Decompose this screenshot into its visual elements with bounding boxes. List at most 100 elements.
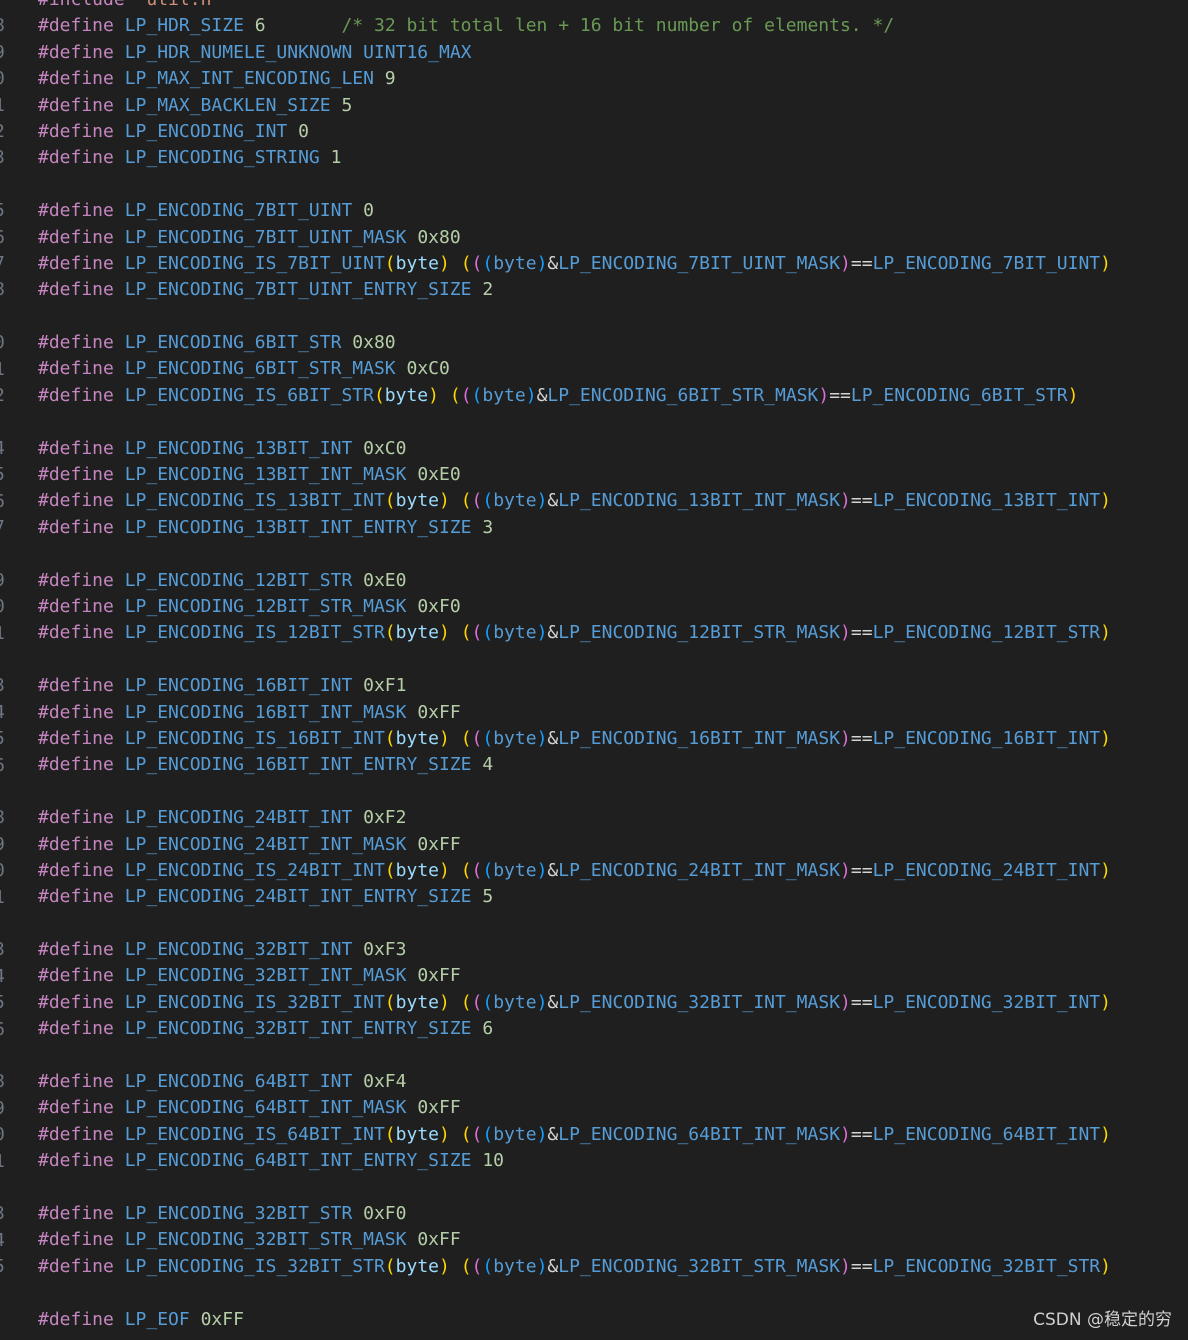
code-line[interactable]: #define LP_ENCODING_16BIT_INT 0xF1: [38, 673, 1188, 699]
paren: (: [384, 622, 396, 644]
line-number: 9: [0, 1096, 8, 1122]
mask-ref: LP_ENCODING_32BIT_INT_MASK: [558, 991, 841, 1013]
code-line[interactable]: #define LP_ENCODING_IS_32BIT_INT(byte) (…: [38, 990, 1188, 1016]
code-line[interactable]: #define LP_ENCODING_6BIT_STR 0x80: [38, 330, 1188, 356]
code-line[interactable]: #define LP_ENCODING_13BIT_INT_ENTRY_SIZE…: [38, 515, 1188, 541]
code-line[interactable]: #define LP_ENCODING_7BIT_UINT 0: [38, 198, 1188, 224]
code-line[interactable]: #define LP_ENCODING_32BIT_INT_ENTRY_SIZE…: [38, 1016, 1188, 1042]
code-line[interactable]: #define LP_ENCODING_IS_32BIT_STR(byte) (…: [38, 1254, 1188, 1280]
code-line[interactable]: [38, 1280, 1188, 1306]
code-line[interactable]: #define LP_HDR_SIZE 6 /* 32 bit total le…: [38, 13, 1188, 39]
paren: ): [439, 1123, 450, 1145]
macro-name: LP_ENCODING_IS_64BIT_INT: [124, 1123, 385, 1145]
code-line[interactable]: #define LP_ENCODING_STRING 1: [38, 145, 1188, 171]
code-line[interactable]: #define LP_ENCODING_24BIT_INT_MASK 0xFF: [38, 832, 1188, 858]
code-line[interactable]: #define LP_HDR_NUMELE_UNKNOWN UINT16_MAX: [38, 40, 1188, 66]
code-line[interactable]: #define LP_ENCODING_64BIT_INT_ENTRY_SIZE…: [38, 1148, 1188, 1174]
line-number: [0, 647, 8, 673]
code-line[interactable]: #include "util.h": [38, 0, 1188, 13]
line-number: [0, 541, 8, 567]
paren: ): [1100, 991, 1111, 1013]
macro-param: byte: [395, 490, 439, 512]
code-line[interactable]: #define LP_EOF 0xFF: [38, 1307, 1188, 1333]
line-number: 9: [0, 568, 8, 594]
paren: (: [471, 727, 483, 749]
define-keyword: #define: [38, 94, 114, 116]
code-line[interactable]: #define LP_ENCODING_IS_24BIT_INT(byte) (…: [38, 858, 1188, 884]
code-line[interactable]: #define LP_ENCODING_24BIT_INT 0xF2: [38, 805, 1188, 831]
code-line[interactable]: [38, 541, 1188, 567]
paren: ): [428, 384, 439, 406]
code-line[interactable]: #define LP_MAX_BACKLEN_SIZE 5: [38, 93, 1188, 119]
code-line[interactable]: #define LP_ENCODING_IS_7BIT_UINT(byte) (…: [38, 251, 1188, 277]
code-line[interactable]: #define LP_ENCODING_13BIT_INT 0xC0: [38, 436, 1188, 462]
code-line[interactable]: #define LP_ENCODING_32BIT_INT 0xF3: [38, 937, 1188, 963]
mask-ref: LP_ENCODING_32BIT_STR_MASK: [558, 1255, 841, 1277]
paren: (: [384, 252, 396, 274]
macro-name: LP_ENCODING_16BIT_INT: [124, 675, 353, 697]
macro-name: LP_ENCODING_64BIT_INT_ENTRY_SIZE: [124, 1150, 472, 1172]
code-line[interactable]: #define LP_ENCODING_32BIT_STR 0xF0: [38, 1201, 1188, 1227]
code-line[interactable]: #define LP_ENCODING_24BIT_INT_ENTRY_SIZE…: [38, 884, 1188, 910]
code-line[interactable]: [38, 779, 1188, 805]
define-keyword: #define: [38, 701, 114, 723]
macro-value: 0xF1: [363, 675, 407, 697]
code-line[interactable]: #define LP_ENCODING_12BIT_STR_MASK 0xF0: [38, 594, 1188, 620]
paren: ): [439, 252, 450, 274]
paren: (: [384, 991, 396, 1013]
code-line[interactable]: #define LP_ENCODING_IS_12BIT_STR(byte) (…: [38, 620, 1188, 646]
code-line[interactable]: [38, 647, 1188, 673]
paren: (: [482, 1123, 494, 1145]
define-keyword: #define: [38, 833, 114, 855]
code-line[interactable]: #define LP_ENCODING_IS_16BIT_INT(byte) (…: [38, 726, 1188, 752]
code-line[interactable]: #define LP_ENCODING_12BIT_STR 0xE0: [38, 568, 1188, 594]
define-keyword: #define: [38, 1071, 114, 1093]
code-line[interactable]: #define LP_ENCODING_INT 0: [38, 119, 1188, 145]
line-number: [0, 172, 8, 198]
code-line[interactable]: #define LP_ENCODING_6BIT_STR_MASK 0xC0: [38, 356, 1188, 382]
watermark: CSDN @稳定的穷: [1033, 1310, 1172, 1330]
code-line[interactable]: #define LP_ENCODING_IS_13BIT_INT(byte) (…: [38, 488, 1188, 514]
code-line[interactable]: [38, 304, 1188, 330]
define-keyword: #define: [38, 1229, 114, 1251]
code-line[interactable]: #define LP_ENCODING_IS_6BIT_STR(byte) ((…: [38, 383, 1188, 409]
code-line[interactable]: #define LP_ENCODING_7BIT_UINT_ENTRY_SIZE…: [38, 277, 1188, 303]
paren: (: [460, 490, 472, 512]
operator: ==: [850, 859, 873, 881]
code-line[interactable]: #define LP_ENCODING_64BIT_INT_MASK 0xFF: [38, 1095, 1188, 1121]
macro-name: LP_ENCODING_6BIT_STR: [124, 332, 342, 354]
define-keyword: #define: [38, 939, 114, 961]
code-line[interactable]: #define LP_ENCODING_32BIT_INT_MASK 0xFF: [38, 963, 1188, 989]
code-line[interactable]: #define LP_MAX_INT_ENCODING_LEN 9: [38, 66, 1188, 92]
code-editor[interactable]: #include "util.h"#define LP_HDR_SIZE 6 /…: [38, 0, 1188, 1333]
target-ref: LP_ENCODING_32BIT_INT: [872, 991, 1101, 1013]
code-line[interactable]: [38, 409, 1188, 435]
code-line[interactable]: [38, 1043, 1188, 1069]
target-ref: LP_ENCODING_64BIT_INT: [872, 1123, 1101, 1145]
code-line[interactable]: #define LP_ENCODING_16BIT_INT_ENTRY_SIZE…: [38, 752, 1188, 778]
line-number-gutter: 890123567801245679013456890134568901345: [0, 0, 10, 1340]
define-keyword: #define: [38, 569, 114, 591]
paren: ): [439, 1255, 450, 1277]
code-line[interactable]: #define LP_ENCODING_7BIT_UINT_MASK 0x80: [38, 225, 1188, 251]
paren: (: [482, 859, 494, 881]
macro-name: LP_ENCODING_32BIT_STR: [124, 1202, 353, 1224]
code-line[interactable]: [38, 172, 1188, 198]
line-number: 3: [0, 1201, 8, 1227]
define-keyword: #define: [38, 1018, 114, 1040]
code-line[interactable]: [38, 911, 1188, 937]
macro-param-ref: byte: [493, 252, 537, 274]
line-number: [0, 1043, 8, 1069]
define-keyword: #define: [38, 886, 114, 908]
mask-ref: LP_ENCODING_24BIT_INT_MASK: [558, 859, 841, 881]
line-number: 0: [0, 858, 8, 884]
code-line[interactable]: #define LP_ENCODING_13BIT_INT_MASK 0xE0: [38, 462, 1188, 488]
code-line[interactable]: #define LP_ENCODING_64BIT_INT 0xF4: [38, 1069, 1188, 1095]
paren: (: [384, 1255, 396, 1277]
code-line[interactable]: #define LP_ENCODING_32BIT_STR_MASK 0xFF: [38, 1227, 1188, 1253]
paren: ): [536, 859, 548, 881]
code-line[interactable]: [38, 1175, 1188, 1201]
code-line[interactable]: #define LP_ENCODING_IS_64BIT_INT(byte) (…: [38, 1122, 1188, 1148]
paren: (: [460, 384, 472, 406]
code-line[interactable]: #define LP_ENCODING_16BIT_INT_MASK 0xFF: [38, 700, 1188, 726]
